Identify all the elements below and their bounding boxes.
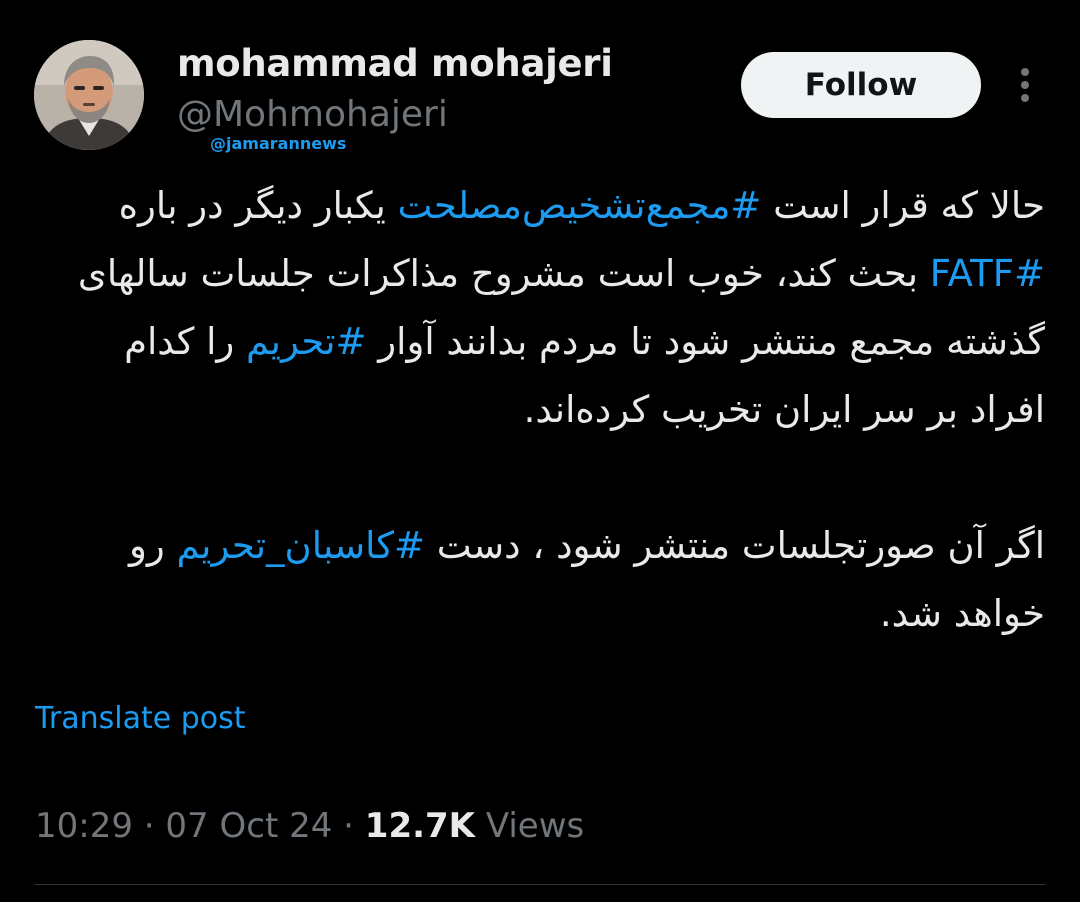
meta-separator: · — [332, 806, 365, 846]
views-count[interactable]: 12.7K — [365, 806, 475, 846]
meta-separator: · — [132, 806, 166, 846]
tweet-meta: 10:29 · 07 Oct 24 · 12.7K Views — [35, 806, 584, 846]
author-handle[interactable]: @Mohmohajeri — [177, 94, 448, 135]
hashtag-link[interactable]: #FATF — [930, 252, 1045, 295]
hashtag-link[interactable]: #تحریم — [246, 320, 367, 363]
tweet-text: حالا که قرار است #مجمع‌تشخیص‌مصلحت یکبار… — [40, 172, 1045, 648]
author-name[interactable]: mohammad mohajeri — [177, 42, 613, 85]
post-time[interactable]: 10:29 — [35, 806, 133, 846]
avatar-portrait-icon — [34, 40, 144, 150]
hashtag-link[interactable]: #کاسبان_تحریم — [177, 524, 426, 567]
tweet-paragraph-1: حالا که قرار است #مجمع‌تشخیص‌مصلحت یکبار… — [40, 172, 1045, 444]
tweet-text-segment: حالا که قرار است — [761, 184, 1045, 227]
hashtag-link[interactable]: #مجمع‌تشخیص‌مصلحت — [398, 184, 762, 227]
tweet-text-segment: اگر آن صورتجلسات منتشر شود ، دست — [425, 524, 1045, 567]
views-label[interactable]: Views — [475, 806, 584, 846]
more-button[interactable] — [1008, 62, 1042, 108]
post-date[interactable]: 07 Oct 24 — [165, 806, 332, 846]
divider — [34, 884, 1046, 885]
tweet-paragraph-2: اگر آن صورتجلسات منتشر شود ، دست #کاسبان… — [40, 512, 1045, 648]
translate-post-link[interactable]: Translate post — [35, 701, 246, 736]
tweet-text-segment: یکبار دیگر در باره — [118, 184, 398, 227]
watermark: @jamarannews — [210, 134, 347, 153]
avatar[interactable] — [34, 40, 144, 150]
tweet-card: mohammad mohajeri @Mohmohajeri @jamarann… — [0, 0, 1080, 902]
follow-button[interactable]: Follow — [741, 52, 981, 118]
